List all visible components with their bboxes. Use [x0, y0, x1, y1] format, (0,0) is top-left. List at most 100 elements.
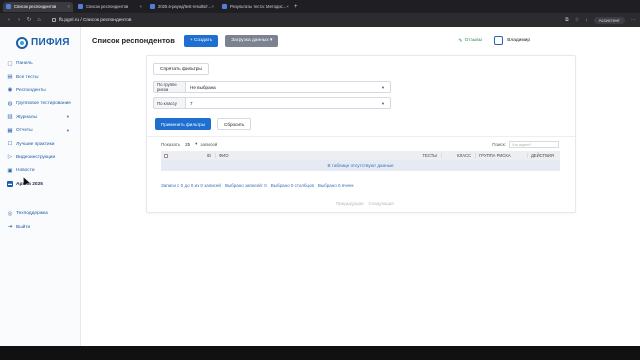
tab-label: Список респондентов: [14, 4, 57, 9]
sidebar-item-label: Журналы: [16, 114, 37, 120]
class-filter: По классу 7 ▼: [153, 97, 391, 109]
new-tab-button[interactable]: +: [294, 4, 298, 10]
browser-toolbar-right: ⧉ ☆ ↓ Ассистент ⋯: [565, 16, 636, 24]
user-menu[interactable]: Владимир: [494, 36, 530, 45]
sidebar-item-label: Видеоинструкции: [16, 154, 56, 160]
assistant-button[interactable]: Ассистент: [593, 16, 625, 24]
reload-icon[interactable]: ↻: [24, 17, 34, 23]
close-tab-icon[interactable]: ×: [139, 4, 142, 9]
column-tests[interactable]: ТЕСТЫ: [401, 153, 441, 158]
feedback-link[interactable]: ✎ Отзывы: [458, 38, 482, 44]
sidebar-item-all-tests[interactable]: ▤ Все тесты: [0, 70, 80, 83]
close-tab-icon[interactable]: ×: [286, 4, 289, 9]
download-icon[interactable]: ↓: [585, 17, 588, 23]
selected-records-info: Выбрано записей: 0: [224, 183, 267, 188]
next-page-button[interactable]: Следующая: [369, 201, 394, 206]
respondents-icon: ◉: [7, 87, 13, 94]
sidebar: ПИФИЯ ▢ Панель ▤ Все тесты ◉ Респонденты ◍ Г…: [0, 27, 81, 346]
back-icon[interactable]: ‹: [4, 17, 14, 23]
menu-icon[interactable]: ⋯: [631, 17, 636, 23]
chevron-down-icon: ▾: [66, 127, 69, 133]
sidebar-item-label: Архив 2025: [16, 181, 43, 187]
table-search: Поиск: Что ищете?: [492, 141, 559, 148]
sidebar-item-respondents[interactable]: ◉ Респонденты: [0, 84, 80, 97]
column-fio[interactable]: ФИО: [215, 153, 401, 158]
favicon-icon: [6, 4, 11, 9]
select-all-cell: [161, 153, 185, 158]
reset-filters-button[interactable]: Сбросить: [217, 118, 252, 130]
prev-page-button[interactable]: Предыдущая: [336, 201, 364, 206]
upload-data-button[interactable]: Загрузка данных ▾: [225, 34, 279, 47]
feedback-icon: ✎: [458, 37, 463, 44]
sidebar-item-label: Новости: [16, 168, 35, 174]
class-value: 7: [190, 100, 193, 106]
sidebar-item-reports[interactable]: ▦ Отчеты ▾: [0, 124, 80, 137]
url-field[interactable]: fb.pgnl.ru / Список респондентов: [52, 18, 131, 23]
chevron-down-icon: ▼: [381, 100, 385, 106]
bookmark-icon[interactable]: ☆: [575, 17, 579, 23]
panel-icon: ▢: [7, 60, 13, 67]
news-icon: ▣: [7, 167, 13, 174]
tab-test-results[interactable]: 2025 в-раунд/test-results/r... ×: [147, 2, 217, 12]
sidebar-item-group-testing[interactable]: ◍ Групповое тестирование: [0, 97, 80, 110]
records-info: Записи с 0 до 0 из 0 записей: [161, 183, 221, 188]
tab-methodology-results[interactable]: Результаты теста: Методиc... ×: [219, 2, 289, 12]
sidebar-item-panel[interactable]: ▢ Панель: [0, 57, 80, 70]
sidebar-item-best-practices[interactable]: ☐ Лучшие практики: [0, 137, 80, 150]
favicon-icon: [78, 4, 83, 9]
create-button[interactable]: + Создать: [183, 34, 219, 47]
home-icon[interactable]: ⌂: [34, 17, 44, 23]
select-all-checkbox[interactable]: [164, 153, 168, 158]
sidebar-item-support[interactable]: ◎ Техподдержка: [0, 207, 81, 220]
close-tab-icon[interactable]: ×: [211, 4, 214, 9]
close-tab-icon[interactable]: ×: [67, 4, 70, 9]
address-bar: ‹ › ↻ ⌂ fb.pgnl.ru / Список респондентов…: [0, 13, 640, 27]
risk-group-filter: По группе риска Не выбрана ▼: [153, 81, 391, 93]
sidebar-menu: ▢ Панель ▤ Все тесты ◉ Респонденты ◍ Группов…: [0, 57, 80, 191]
sidebar-item-label: Лучшие практики: [16, 141, 55, 147]
favicon-icon: [222, 4, 227, 9]
favicon-icon: [150, 4, 155, 9]
risk-group-select[interactable]: Не выбрана ▼: [185, 81, 391, 93]
column-actions: ДЕЙСТВИЯ: [527, 153, 560, 158]
apply-filters-button[interactable]: Применить фильтры: [155, 118, 212, 130]
user-name: Владимир: [507, 38, 530, 43]
sidebar-item-video[interactable]: ▷ Видеоинструкции: [0, 151, 80, 164]
browser-window: Список респондентов × Список респонденто…: [0, 0, 640, 346]
column-risk-group[interactable]: ГРУППА РИСКА: [475, 153, 527, 158]
tab-strip: Список респондентов × Список респонденто…: [0, 0, 640, 13]
journals-icon: ▥: [7, 114, 13, 121]
hide-filters-button[interactable]: Спрятать фильтры: [153, 63, 209, 75]
divider: [147, 136, 575, 137]
tab-respondents[interactable]: Список респондентов ×: [3, 1, 73, 12]
page-size-select[interactable]: 25: [185, 142, 190, 147]
risk-group-value: Не выбрана: [190, 84, 216, 90]
sidebar-item-label: Техподдержка: [16, 211, 48, 217]
forward-icon[interactable]: ›: [14, 17, 24, 23]
sidebar-item-logout[interactable]: ⇥ Выйти: [0, 220, 81, 233]
selected-cells-info: Выбрано 0 ячеек: [317, 183, 354, 188]
search-label: Поиск:: [492, 142, 506, 147]
page-header: Список респондентов + Создать Загрузка д…: [82, 27, 640, 54]
tests-icon: ▤: [7, 74, 13, 81]
extensions-icon[interactable]: ⧉: [565, 17, 569, 23]
sidebar-item-archive-2025[interactable]: ▬ Архив 2025: [0, 178, 80, 191]
support-icon: ◎: [7, 210, 13, 217]
column-id[interactable]: ID: [185, 153, 215, 158]
class-select[interactable]: 7 ▼: [185, 97, 391, 109]
respondents-card: Спрятать фильтры По группе риска Не выбр…: [146, 55, 576, 213]
tab-respondents-2[interactable]: Список респондентов ×: [75, 2, 145, 12]
records-label: записей: [200, 141, 218, 147]
tab-label: 2025 в-раунд/test-results/r...: [158, 4, 212, 9]
column-class[interactable]: КЛАСС: [441, 153, 475, 158]
logo[interactable]: ПИФИЯ: [0, 27, 80, 53]
search-input[interactable]: Что ищете?: [509, 141, 559, 148]
tab-label: Список респондентов: [86, 4, 129, 9]
page-title: Список респондентов: [92, 36, 175, 45]
sidebar-item-journals[interactable]: ▥ Журналы ▾: [0, 111, 80, 124]
sidebar-item-news[interactable]: ▣ Новости: [0, 164, 80, 177]
logout-icon: ⇥: [7, 224, 13, 231]
screen-bottom-bar: [0, 346, 640, 360]
table-summary: Записи с 0 до 0 из 0 записей Выбрано зап…: [161, 183, 353, 188]
sidebar-item-label: Отчеты: [16, 128, 33, 134]
